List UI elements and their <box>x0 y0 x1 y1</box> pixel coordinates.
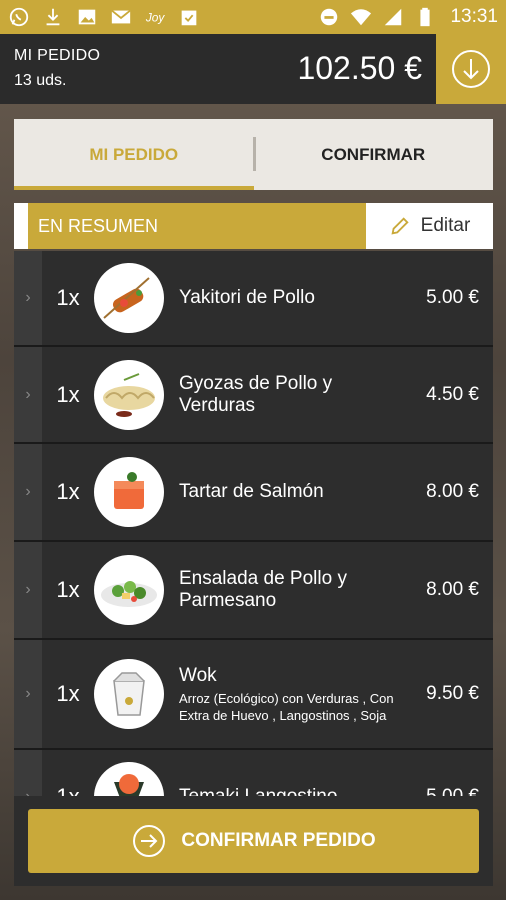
svg-text:Joy: Joy <box>145 11 166 25</box>
summary-label: EN RESUMEN <box>28 203 366 249</box>
status-time: 13:31 <box>450 6 498 27</box>
item-price: 8.00 € <box>426 481 479 502</box>
item-price: 5.00 € <box>403 786 493 796</box>
item-price: 9.50 € <box>426 683 479 704</box>
order-tabs: MI PEDIDO CONFIRMAR <box>14 119 493 190</box>
order-header: MI PEDIDO 13 uds. 102.50 € <box>0 34 506 104</box>
item-quantity: 1x <box>56 681 80 706</box>
download-button[interactable] <box>436 34 506 104</box>
salad-image <box>94 555 164 625</box>
order-unit-count: 13 uds. <box>14 72 67 89</box>
item-price: 5.00 € <box>426 287 479 308</box>
mail-icon <box>110 6 132 28</box>
arrow-right-circle-icon <box>133 825 166 857</box>
chevron-right-icon: › <box>14 542 42 638</box>
summary-bar: EN RESUMEN Editar <box>14 203 493 249</box>
order-item[interactable]: › 1x Gyozas de Pollo y Verduras 4.50 € <box>14 347 493 444</box>
item-name: Temaki Langostino <box>179 786 403 796</box>
order-item[interactable]: › 1x Temaki Langostino 5.00 € <box>14 750 493 796</box>
confirm-order-button[interactable]: CONFIRMAR PEDIDO <box>28 809 479 873</box>
download-icon <box>42 6 64 28</box>
joy-app-icon: Joy <box>144 6 166 28</box>
item-price: 8.00 € <box>426 579 479 600</box>
item-quantity: 1x <box>56 285 80 310</box>
clipboard-check-icon <box>178 6 200 28</box>
order-item[interactable]: › 1x Wok Arroz (Ecológico) con Verduras … <box>14 640 493 750</box>
chevron-right-icon: › <box>14 251 42 345</box>
temaki-image <box>94 762 164 796</box>
battery-icon <box>414 6 436 28</box>
item-name: Ensalada de Pollo y Parmesano <box>179 568 347 611</box>
cell-signal-icon <box>382 6 404 28</box>
image-icon <box>76 6 98 28</box>
item-quantity: 1x <box>42 784 94 796</box>
tartar-image <box>94 457 164 527</box>
order-item[interactable]: › 1x Ensalada de Pollo y Parmesano 8.00 … <box>14 542 493 640</box>
item-description: Arroz (Ecológico) con Verduras , Con Ext… <box>179 690 394 723</box>
wok-box-image <box>94 659 164 729</box>
item-price: 4.50 € <box>426 383 479 405</box>
do-not-disturb-icon <box>318 6 340 28</box>
order-item-list: › 1x Yakitori de Pollo 5.00 € › 1x Gyoza… <box>14 251 493 796</box>
item-quantity: 1x <box>56 577 80 602</box>
yakitori-image <box>94 263 164 333</box>
item-name: Yakitori de Pollo <box>179 287 315 308</box>
item-name: Tartar de Salmón <box>179 481 324 502</box>
item-quantity: 1x <box>56 381 80 407</box>
whatsapp-icon <box>8 6 30 28</box>
status-bar: Joy 13:31 <box>0 0 506 34</box>
wifi-icon <box>350 6 372 28</box>
item-name: Gyozas de Pollo y Verduras <box>179 372 333 416</box>
chevron-right-icon: › <box>14 444 42 540</box>
chevron-right-icon: › <box>14 640 42 748</box>
gyozas-image <box>94 359 164 430</box>
edit-label: Editar <box>420 215 471 236</box>
edit-button[interactable]: Editar <box>366 203 493 249</box>
confirm-order-label: CONFIRMAR PEDIDO <box>181 830 376 851</box>
download-circle-icon <box>452 50 490 88</box>
item-quantity: 1x <box>56 479 80 504</box>
tab-divider <box>253 137 256 171</box>
tab-confirmar[interactable]: CONFIRMAR <box>254 119 494 190</box>
item-name: Wok <box>179 664 217 686</box>
order-item[interactable]: › 1x Tartar de Salmón 8.00 € <box>14 444 493 542</box>
order-total: 102.50 € <box>297 50 422 86</box>
tab-mi-pedido[interactable]: MI PEDIDO <box>14 119 254 190</box>
chevron-right-icon: › <box>14 347 42 442</box>
order-title: MI PEDIDO <box>14 47 101 64</box>
chevron-right-icon: › <box>14 750 42 796</box>
pencil-icon <box>391 217 409 235</box>
order-item[interactable]: › 1x Yakitori de Pollo 5.00 € <box>14 251 493 347</box>
